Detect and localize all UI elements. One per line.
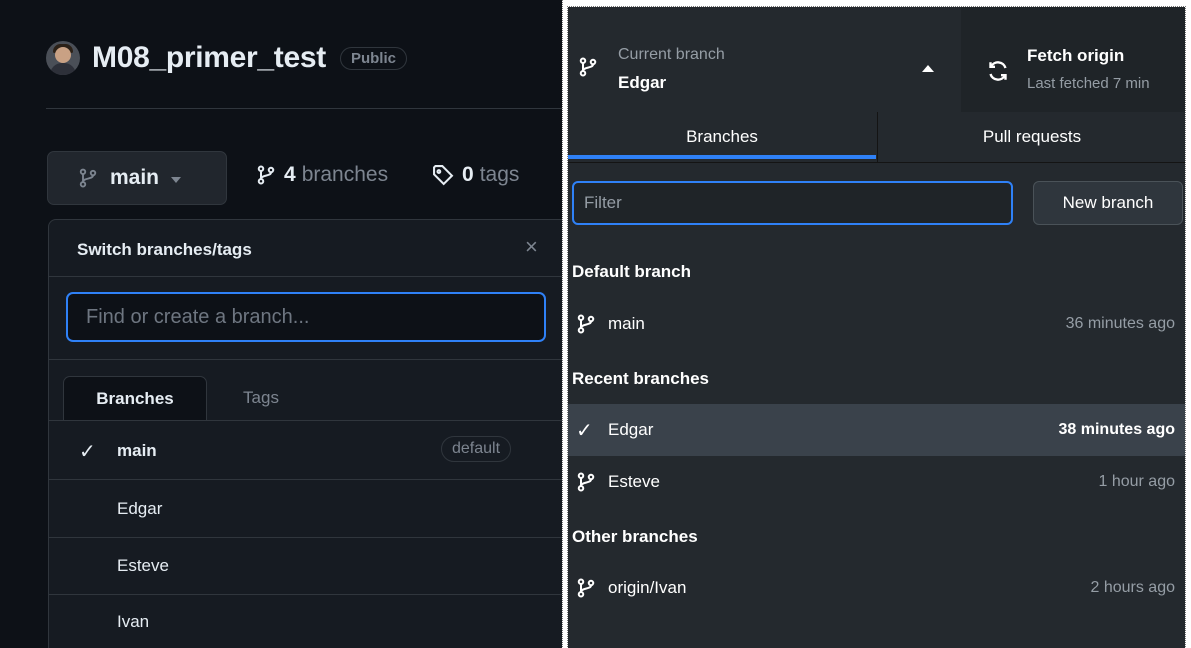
tag-icon — [432, 164, 454, 186]
git-branch-icon — [578, 55, 598, 79]
divider — [49, 479, 562, 480]
git-branch-icon — [256, 164, 276, 186]
check-icon: ✓ — [576, 419, 593, 442]
fetch-status: Last fetched 7 min — [1027, 75, 1150, 92]
branch-name: main — [608, 314, 645, 333]
branch-item-esteve[interactable]: Esteve — [49, 538, 562, 594]
branches-link[interactable]: 4 branches — [256, 163, 388, 187]
branch-row-edgar[interactable]: ✓ Edgar 38 minutes ago — [568, 404, 1185, 456]
current-branch-value: Edgar — [618, 73, 667, 92]
section-recent-branches: Recent branches — [572, 369, 709, 388]
branch-row-origin-ivan[interactable]: origin/Ivan 2 hours ago — [568, 562, 1185, 614]
divider — [46, 108, 562, 109]
branch-select-button[interactable]: main — [47, 151, 227, 205]
branch-time: 36 minutes ago — [1065, 315, 1175, 332]
branch-item-ivan[interactable]: Ivan — [49, 594, 562, 648]
filter-input[interactable] — [572, 181, 1013, 225]
branches-count: 4 — [284, 163, 296, 186]
git-branch-icon — [78, 167, 98, 189]
divider — [49, 359, 562, 360]
caret-up-icon — [922, 65, 934, 72]
git-branch-icon — [576, 470, 596, 494]
branch-item-edgar[interactable]: Edgar — [49, 481, 562, 537]
branch-name: origin/Ivan — [608, 578, 687, 597]
git-branch-icon — [576, 312, 596, 336]
branch-name: Esteve — [117, 556, 169, 575]
branch-name: main — [117, 441, 157, 460]
visibility-badge: Public — [339, 46, 407, 70]
divider — [49, 420, 562, 421]
github-web-panel: M08_primer_test Public main 4 branches 0… — [0, 0, 563, 648]
branch-name: Ivan — [117, 612, 150, 631]
branch-time: 2 hours ago — [1090, 579, 1175, 596]
repo-header: M08_primer_test Public — [46, 38, 407, 78]
branch-time: 38 minutes ago — [1058, 421, 1175, 438]
close-icon[interactable]: × — [525, 234, 538, 260]
git-branch-icon — [576, 576, 596, 600]
branch-name: Edgar — [608, 420, 654, 439]
avatar[interactable] — [46, 41, 80, 75]
branch-name: Edgar — [117, 499, 163, 518]
branch-row-esteve[interactable]: Esteve 1 hour ago — [568, 456, 1185, 508]
branch-name: Esteve — [608, 472, 660, 491]
branches-label: branches — [301, 163, 389, 186]
branch-search-input[interactable] — [66, 292, 546, 342]
sync-icon — [986, 59, 1010, 83]
tab-pull-requests[interactable]: Pull requests — [877, 112, 1185, 162]
chevron-down-icon — [171, 176, 182, 183]
tags-link[interactable]: 0 tags — [432, 163, 519, 187]
section-other-branches: Other branches — [572, 527, 698, 546]
toolbar: Current branch Edgar Fetch origin Last f… — [568, 7, 1185, 112]
branch-item-main[interactable]: ✓ main default — [49, 423, 562, 479]
repo-name[interactable]: M08_primer_test — [92, 41, 326, 75]
tab-tags[interactable]: Tags — [221, 376, 301, 420]
new-branch-button[interactable]: New branch — [1033, 181, 1183, 225]
tab-branches[interactable]: Branches — [63, 376, 207, 420]
tags-label: tags — [479, 163, 520, 186]
check-icon: ✓ — [79, 440, 96, 463]
divider — [49, 276, 562, 277]
tags-count: 0 — [462, 163, 474, 186]
branch-row-main[interactable]: main 36 minutes ago — [568, 298, 1185, 350]
fetch-origin-label: Fetch origin — [1027, 46, 1125, 65]
branch-dropdown: Switch branches/tags × Branches Tags ✓ m… — [48, 219, 562, 648]
section-default-branch: Default branch — [572, 262, 692, 281]
active-tab-indicator — [568, 155, 876, 159]
branch-select-label: main — [110, 166, 160, 189]
dropdown-title: Switch branches/tags — [77, 240, 252, 259]
default-badge: default — [441, 436, 512, 462]
branch-time: 1 hour ago — [1098, 473, 1175, 490]
current-branch-button[interactable]: Current branch Edgar — [568, 7, 961, 112]
github-desktop-panel: Current branch Edgar Fetch origin Last f… — [567, 6, 1186, 648]
current-branch-label: Current branch — [618, 46, 725, 63]
